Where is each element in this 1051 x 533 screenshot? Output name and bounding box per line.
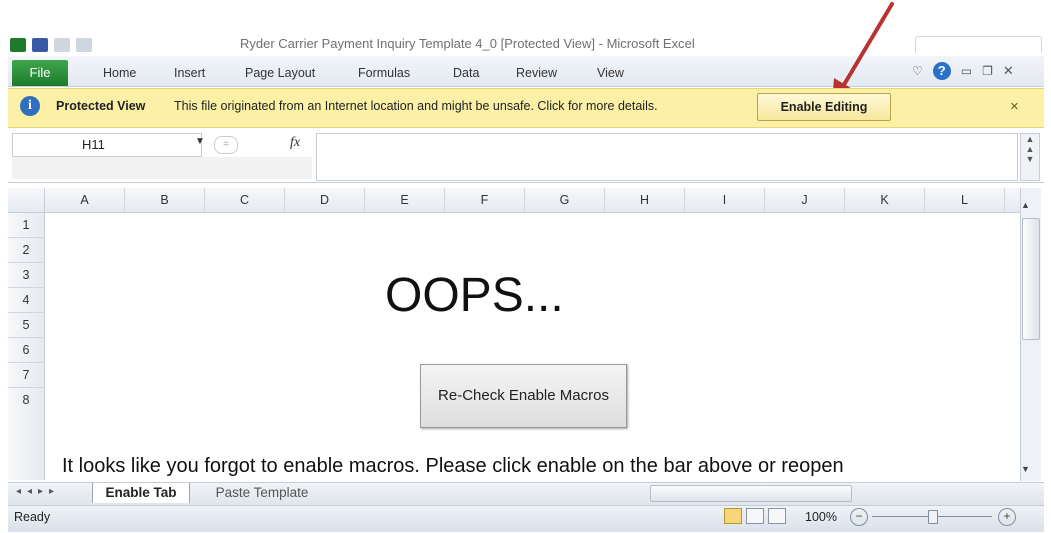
sheet-tab-enable[interactable]: Enable Tab: [92, 483, 190, 503]
window-controls[interactable]: [915, 36, 1042, 53]
row-header-8[interactable]: 8: [8, 388, 45, 413]
zoom-in-icon[interactable]: +: [998, 508, 1016, 526]
close-bar-icon[interactable]: ×: [1010, 98, 1019, 115]
tab-home[interactable]: Home: [103, 64, 136, 82]
page-break-view-icon[interactable]: [768, 508, 786, 524]
column-header-j[interactable]: J: [765, 188, 845, 212]
row-header-filler: [8, 412, 45, 480]
save-icon[interactable]: [32, 38, 48, 52]
row-header-3[interactable]: 3: [8, 263, 45, 288]
zoom-out-icon[interactable]: −: [850, 508, 868, 526]
protected-view-title: Protected View: [56, 99, 146, 113]
formula-input[interactable]: [316, 133, 1018, 181]
name-box-lower: [12, 157, 312, 179]
horizontal-scroll-thumb[interactable]: [650, 485, 852, 502]
vertical-scroll-thumb[interactable]: [1022, 218, 1040, 340]
sheet-nav-icons[interactable]: ◂◂▸▸: [16, 486, 60, 497]
name-box[interactable]: [12, 133, 202, 157]
ribbon-right-controls: ♡ ? ▭ ❐ ✕: [912, 60, 1038, 82]
close-icon[interactable]: ✕: [1003, 63, 1014, 79]
column-header-f[interactable]: F: [445, 188, 525, 212]
tab-page-layout[interactable]: Page Layout: [245, 64, 315, 82]
column-header-h[interactable]: H: [605, 188, 685, 212]
row-header-6[interactable]: 6: [8, 338, 45, 363]
status-ready: Ready: [14, 510, 51, 524]
minimize-icon[interactable]: ▭: [961, 64, 972, 78]
sheet-tab-paste-template[interactable]: Paste Template: [192, 483, 332, 503]
help-icon[interactable]: ?: [932, 62, 951, 80]
tab-data[interactable]: Data: [453, 64, 479, 82]
column-header-k[interactable]: K: [845, 188, 925, 212]
redo-icon[interactable]: [76, 38, 92, 52]
undo-icon[interactable]: [54, 38, 70, 52]
column-header-l[interactable]: L: [925, 188, 1005, 212]
quick-access-toolbar: [10, 36, 92, 54]
fx-icon[interactable]: fx: [290, 135, 300, 151]
enable-editing-button[interactable]: Enable Editing: [757, 93, 891, 121]
row-header-1[interactable]: 1: [8, 213, 45, 238]
column-header-a[interactable]: A: [45, 188, 125, 212]
scroll-down-icon[interactable]: ▼: [1021, 464, 1030, 474]
column-header-d[interactable]: D: [285, 188, 365, 212]
column-header-b[interactable]: B: [125, 188, 205, 212]
select-all-corner[interactable]: [8, 188, 45, 212]
tab-view[interactable]: View: [597, 64, 624, 82]
tab-review[interactable]: Review: [516, 64, 557, 82]
column-header-g[interactable]: G: [525, 188, 605, 212]
recheck-macros-button[interactable]: Re-Check Enable Macros: [420, 364, 627, 428]
excel-icon: [10, 38, 26, 52]
page-layout-view-icon[interactable]: [746, 508, 764, 524]
tab-formulas[interactable]: Formulas: [358, 64, 410, 82]
zoom-slider-thumb[interactable]: [928, 510, 938, 524]
status-bar: [8, 505, 1044, 532]
minimize-ribbon-icon[interactable]: ♡: [912, 64, 923, 78]
column-header-e[interactable]: E: [365, 188, 445, 212]
formula-cancel-icon: =: [214, 136, 238, 154]
protected-view-message[interactable]: This file originated from an Internet lo…: [174, 99, 658, 113]
view-buttons: [724, 508, 786, 524]
window-title: Ryder Carrier Payment Inquiry Template 4…: [240, 36, 695, 51]
macro-message-text: It looks like you forgot to enable macro…: [62, 455, 844, 477]
dropdown-arrow-icon[interactable]: ▼: [195, 136, 205, 147]
info-icon: i: [20, 96, 40, 116]
file-tab[interactable]: File: [12, 60, 68, 86]
zoom-level[interactable]: 100%: [805, 510, 837, 524]
tab-insert[interactable]: Insert: [174, 64, 205, 82]
column-header-c[interactable]: C: [205, 188, 285, 212]
row-header-7[interactable]: 7: [8, 363, 45, 388]
row-header-5[interactable]: 5: [8, 313, 45, 338]
worksheet-grid[interactable]: [45, 213, 1020, 481]
row-header-4[interactable]: 4: [8, 288, 45, 313]
column-header-i[interactable]: I: [685, 188, 765, 212]
row-header-2[interactable]: 2: [8, 238, 45, 263]
name-box-value: H11: [82, 137, 105, 152]
oops-heading: OOPS...: [385, 269, 564, 322]
normal-view-icon[interactable]: [724, 508, 742, 524]
scroll-up-icon[interactable]: ▲: [1021, 200, 1030, 210]
restore-icon[interactable]: ❐: [982, 64, 993, 78]
formula-bar-scroll[interactable]: ▲ ▲ ▼: [1020, 133, 1040, 181]
